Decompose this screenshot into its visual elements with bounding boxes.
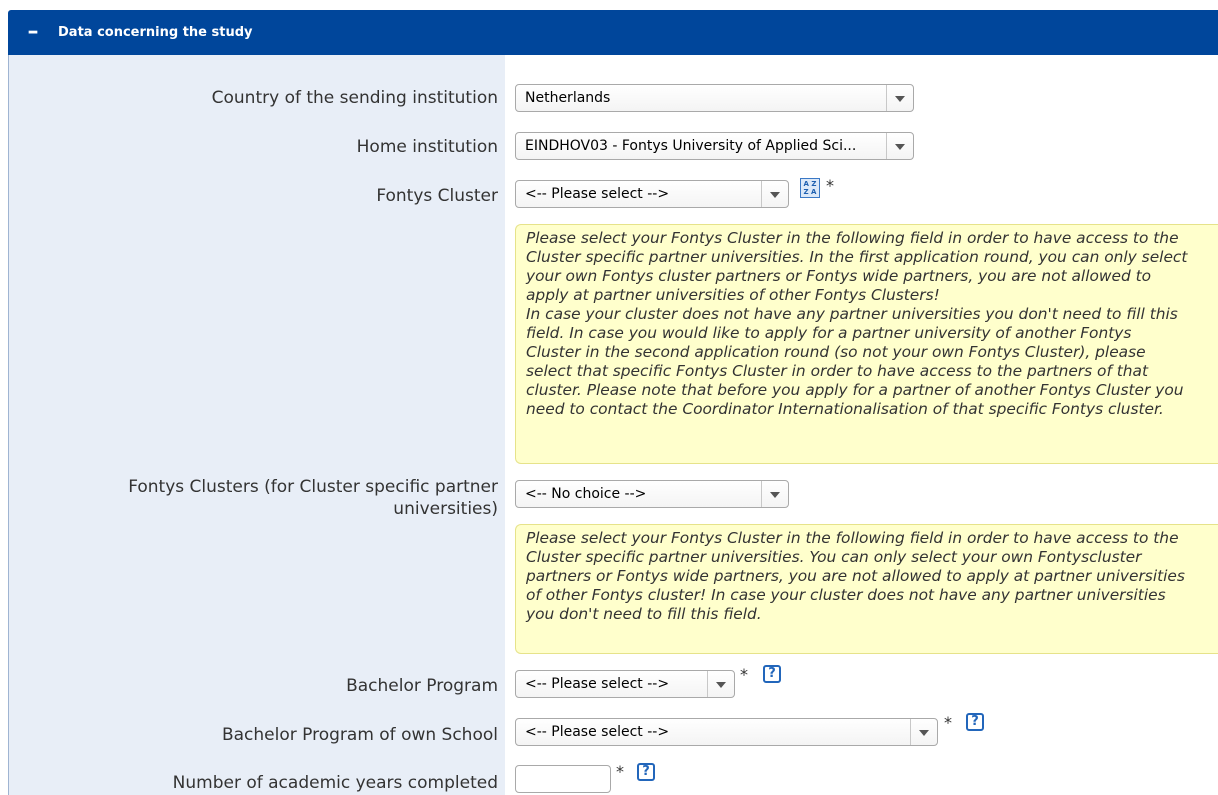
required-marker: * xyxy=(740,665,748,684)
country-select[interactable]: Netherlands xyxy=(515,84,914,112)
help-icon[interactable]: ? xyxy=(637,763,655,781)
bachelor-program-select[interactable]: <-- Please select --> xyxy=(515,670,735,698)
bachelor-program-own-school-label: Bachelor Program of own School xyxy=(221,725,498,745)
country-label: Country of the sending institution xyxy=(211,88,498,108)
country-select-value: Netherlands xyxy=(525,90,611,106)
section-header[interactable]: – Data concerning the study xyxy=(8,10,1218,55)
study-data-section: – Data concerning the study Country of t… xyxy=(8,10,1218,795)
home-institution-label: Home institution xyxy=(356,137,498,157)
section-border xyxy=(8,55,9,795)
fontys-cluster-select-value: <-- Please select --> xyxy=(525,186,670,202)
bachelor-program-own-school-select[interactable]: <-- Please select --> xyxy=(515,718,938,746)
clusters-partner-info: Please select your Fontys Cluster in the… xyxy=(515,524,1218,654)
academic-years-label: Number of academic years completed xyxy=(172,773,498,793)
fontys-cluster-select[interactable]: <-- Please select --> xyxy=(515,180,789,208)
bachelor-program-label: Bachelor Program xyxy=(346,676,498,696)
fontys-clusters-partner-label-line2: universities) xyxy=(393,499,498,519)
chevron-down-icon[interactable] xyxy=(761,181,788,207)
chevron-down-icon[interactable] xyxy=(707,671,734,697)
bachelor-program-own-school-select-value: <-- Please select --> xyxy=(525,724,670,740)
required-marker: * xyxy=(616,762,624,781)
help-icon[interactable]: ? xyxy=(966,713,984,731)
fontys-clusters-partner-label-line1: Fontys Clusters (for Cluster specific pa… xyxy=(128,477,498,497)
chevron-down-icon[interactable] xyxy=(761,481,788,507)
fontys-clusters-partner-label: Fontys Clusters (for Cluster specific pa… xyxy=(128,476,498,520)
fontys-clusters-partner-select[interactable]: <-- No choice --> xyxy=(515,480,789,508)
chevron-down-icon[interactable] xyxy=(910,719,937,745)
collapse-icon[interactable]: – xyxy=(22,18,44,46)
section-title: Data concerning the study xyxy=(58,25,253,40)
chevron-down-icon[interactable] xyxy=(886,85,913,111)
required-marker: * xyxy=(826,176,834,195)
chevron-down-icon[interactable] xyxy=(886,133,913,159)
bachelor-program-select-value: <-- Please select --> xyxy=(525,676,670,692)
help-icon[interactable]: ? xyxy=(763,665,781,683)
home-institution-select-value: EINDHOV03 - Fontys University of Applied… xyxy=(525,138,857,154)
fontys-clusters-partner-select-value: <-- No choice --> xyxy=(525,486,647,502)
academic-years-input[interactable] xyxy=(515,765,611,793)
sort-az-icon[interactable]: A ZZ A xyxy=(800,178,820,198)
fontys-cluster-info: Please select your Fontys Cluster in the… xyxy=(515,224,1218,464)
home-institution-select[interactable]: EINDHOV03 - Fontys University of Applied… xyxy=(515,132,914,160)
fontys-cluster-label: Fontys Cluster xyxy=(376,186,498,206)
required-marker: * xyxy=(944,713,952,732)
